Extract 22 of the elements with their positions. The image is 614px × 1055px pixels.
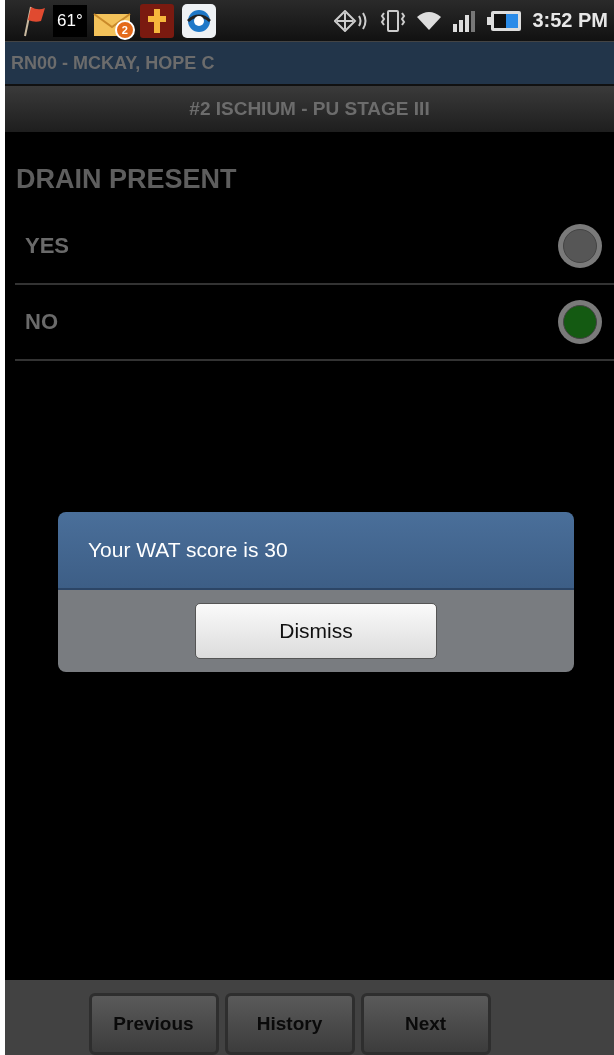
radio-button[interactable] [558,224,602,268]
signal-icon [452,9,477,32]
question-label: DRAIN PRESENT [15,163,238,196]
option-label: NO [25,309,58,335]
screen-title: #2 ISCHIUM - PU STAGE III [189,98,430,120]
dismiss-button[interactable]: Dismiss [195,603,437,659]
option-row[interactable]: NO [15,285,614,361]
option-label: YES [25,233,70,259]
weather-temperature: 61° [53,4,87,37]
patient-name: RN00 - MCKAY, HOPE C [11,52,215,74]
flag-icon [21,4,47,37]
option-row[interactable]: YES [15,209,614,285]
wifi-icon [416,9,443,32]
nav-button[interactable]: Next [360,993,491,1055]
cross-book-icon [138,2,175,39]
battery-icon [486,9,523,32]
nav-button[interactable]: History [224,993,355,1055]
nav-button[interactable]: Previous [88,993,219,1055]
radio-button[interactable] [558,300,602,344]
dialog-message: Your WAT score is 30 [88,538,288,562]
vibrate-icon [380,8,407,33]
clock-time: 3:52 PM [532,9,608,32]
